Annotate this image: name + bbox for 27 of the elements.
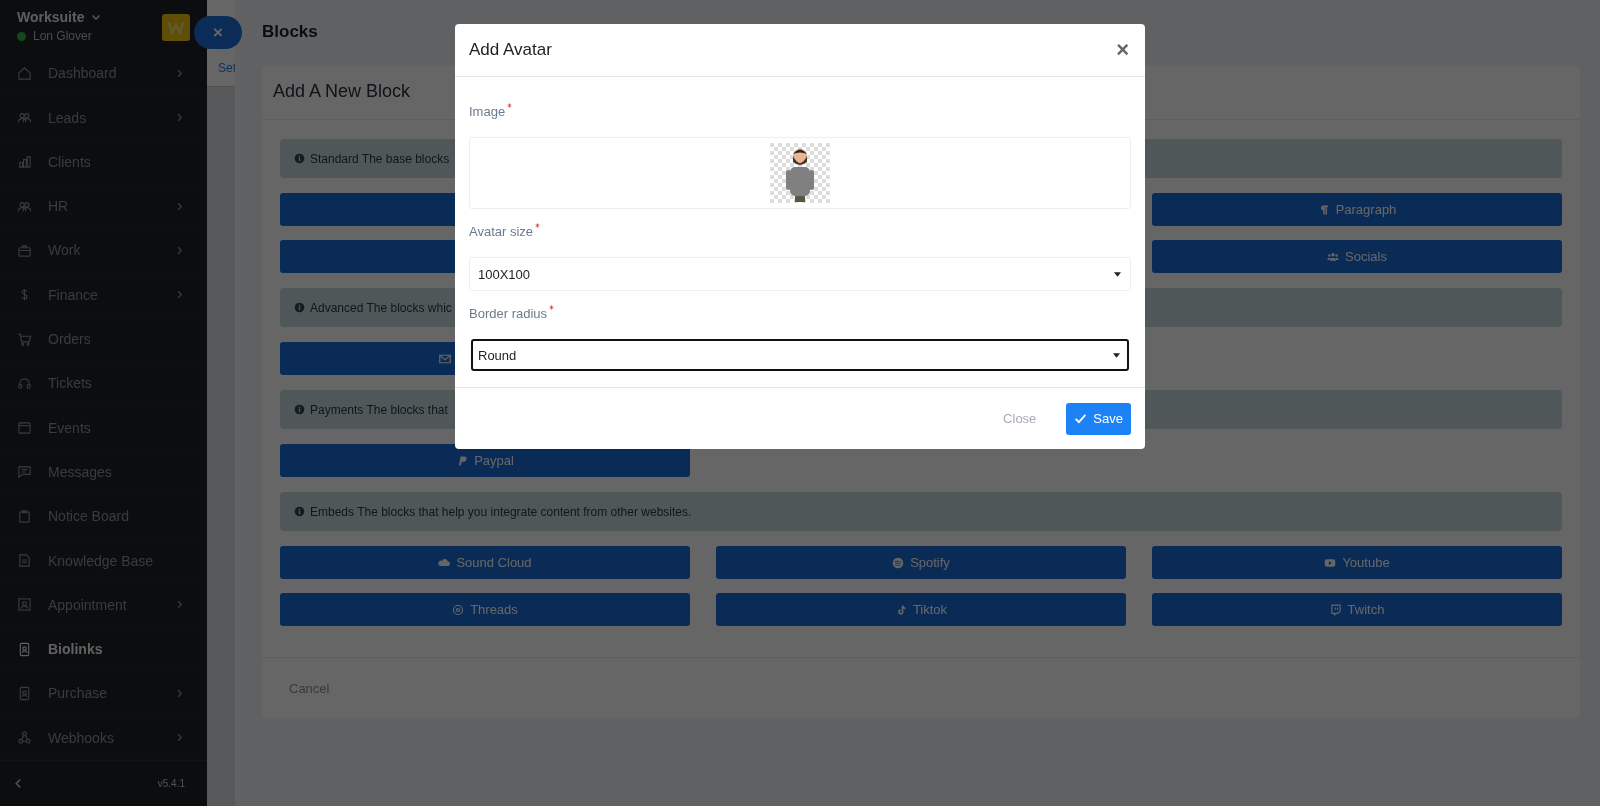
field-label: Border radius [469, 305, 1131, 323]
block-button[interactable]: Youtube [1152, 546, 1562, 579]
brand-name[interactable]: Worksuite [17, 9, 85, 25]
block-button[interactable]: Socials [1152, 240, 1562, 273]
close-button[interactable]: × [1112, 37, 1133, 63]
block-button[interactable]: Threads [280, 593, 690, 626]
page-title: Blocks [262, 21, 318, 43]
select-field[interactable]: Round [471, 339, 1129, 371]
version-label: v5.4.1 [157, 778, 185, 790]
block-button[interactable]: Sound Cloud [280, 546, 690, 579]
block-button[interactable]: Paypal [280, 444, 690, 477]
block-button[interactable]: Tiktok [716, 593, 1126, 626]
block-button[interactable]: Spotify [716, 546, 1126, 579]
alert-text: Embeds The blocks that help you integrate content from other websites. [310, 504, 692, 519]
modal-title: Add Avatar [469, 40, 552, 60]
user-name: Lon Glover [33, 29, 92, 43]
select-field[interactable]: 100X100 [469, 257, 1131, 291]
save-button[interactable]: Save [1066, 402, 1131, 435]
field-label: Image [469, 103, 1131, 121]
close-button[interactable]: Close [997, 410, 1043, 427]
alert-text: Standard The base blocks [310, 151, 450, 166]
field-label: Avatar size [469, 223, 1131, 241]
alert-text: Payments The blocks that [310, 402, 448, 417]
alert-text: Advanced The blocks whic [310, 300, 452, 315]
block-button[interactable]: Twitch [1152, 593, 1562, 626]
block-button[interactable]: Paragraph [1152, 193, 1562, 226]
settings-link[interactable]: Set [218, 61, 235, 75]
